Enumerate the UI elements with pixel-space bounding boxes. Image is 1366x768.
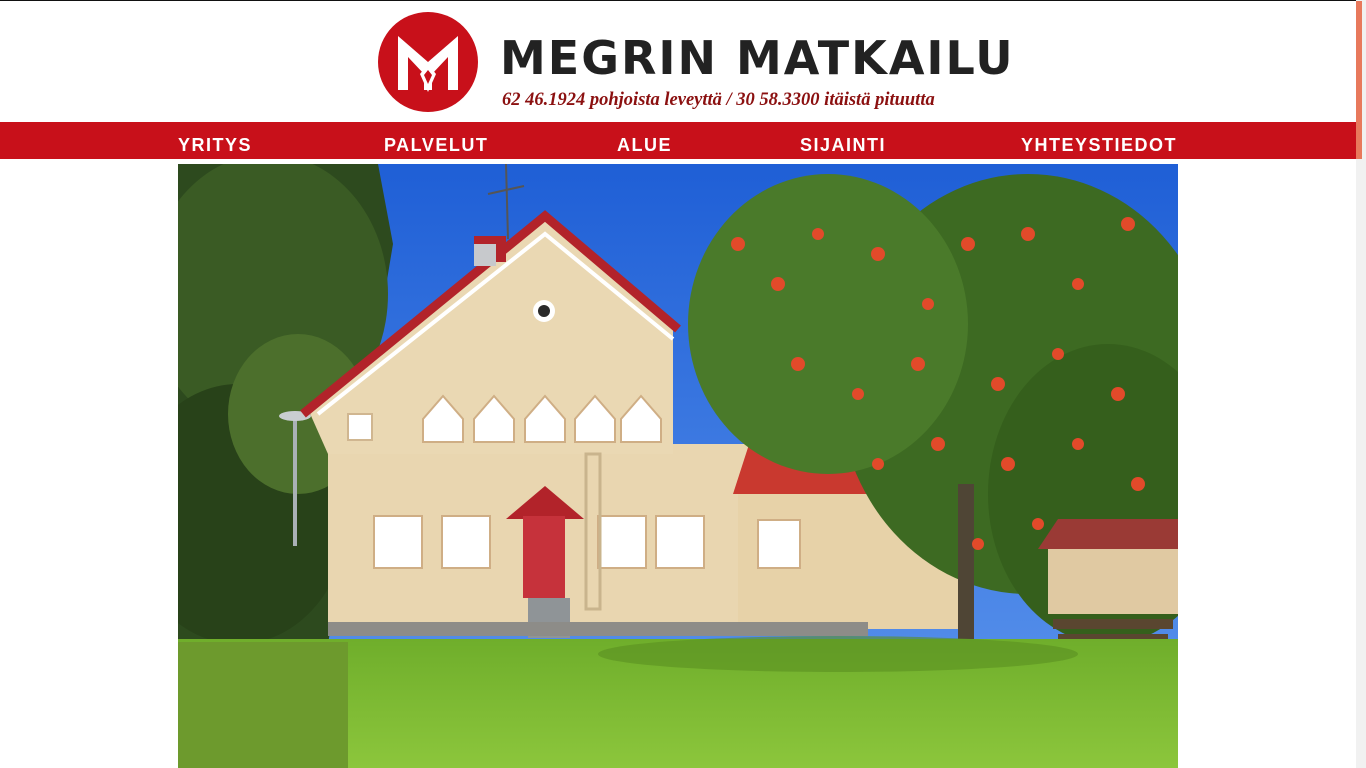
- nav-item-alue[interactable]: ALUE: [617, 136, 672, 154]
- main-nav: YRITYS PALVELUT ALUE SIJAINTI YHTEYSTIED…: [0, 122, 1356, 159]
- m-monogram-logo[interactable]: [378, 12, 478, 112]
- site-header: MEGRIN MATKAILU 62 46.1924 pohjoista lev…: [0, 1, 1366, 122]
- nav-item-palvelut[interactable]: PALVELUT: [384, 136, 488, 154]
- brand-title: MEGRIN MATKAILU: [500, 31, 1015, 85]
- nav-item-sijainti[interactable]: SIJAINTI: [800, 136, 886, 154]
- scrollbar-thumb[interactable]: [1356, 1, 1362, 159]
- nav-item-yhteystiedot[interactable]: YHTEYSTIEDOT: [1021, 136, 1177, 154]
- brand-coordinates: 62 46.1924 pohjoista leveyttä / 30 58.33…: [502, 90, 935, 110]
- nav-item-yritys[interactable]: YRITYS: [178, 136, 252, 154]
- hero-image-house: [178, 164, 1178, 768]
